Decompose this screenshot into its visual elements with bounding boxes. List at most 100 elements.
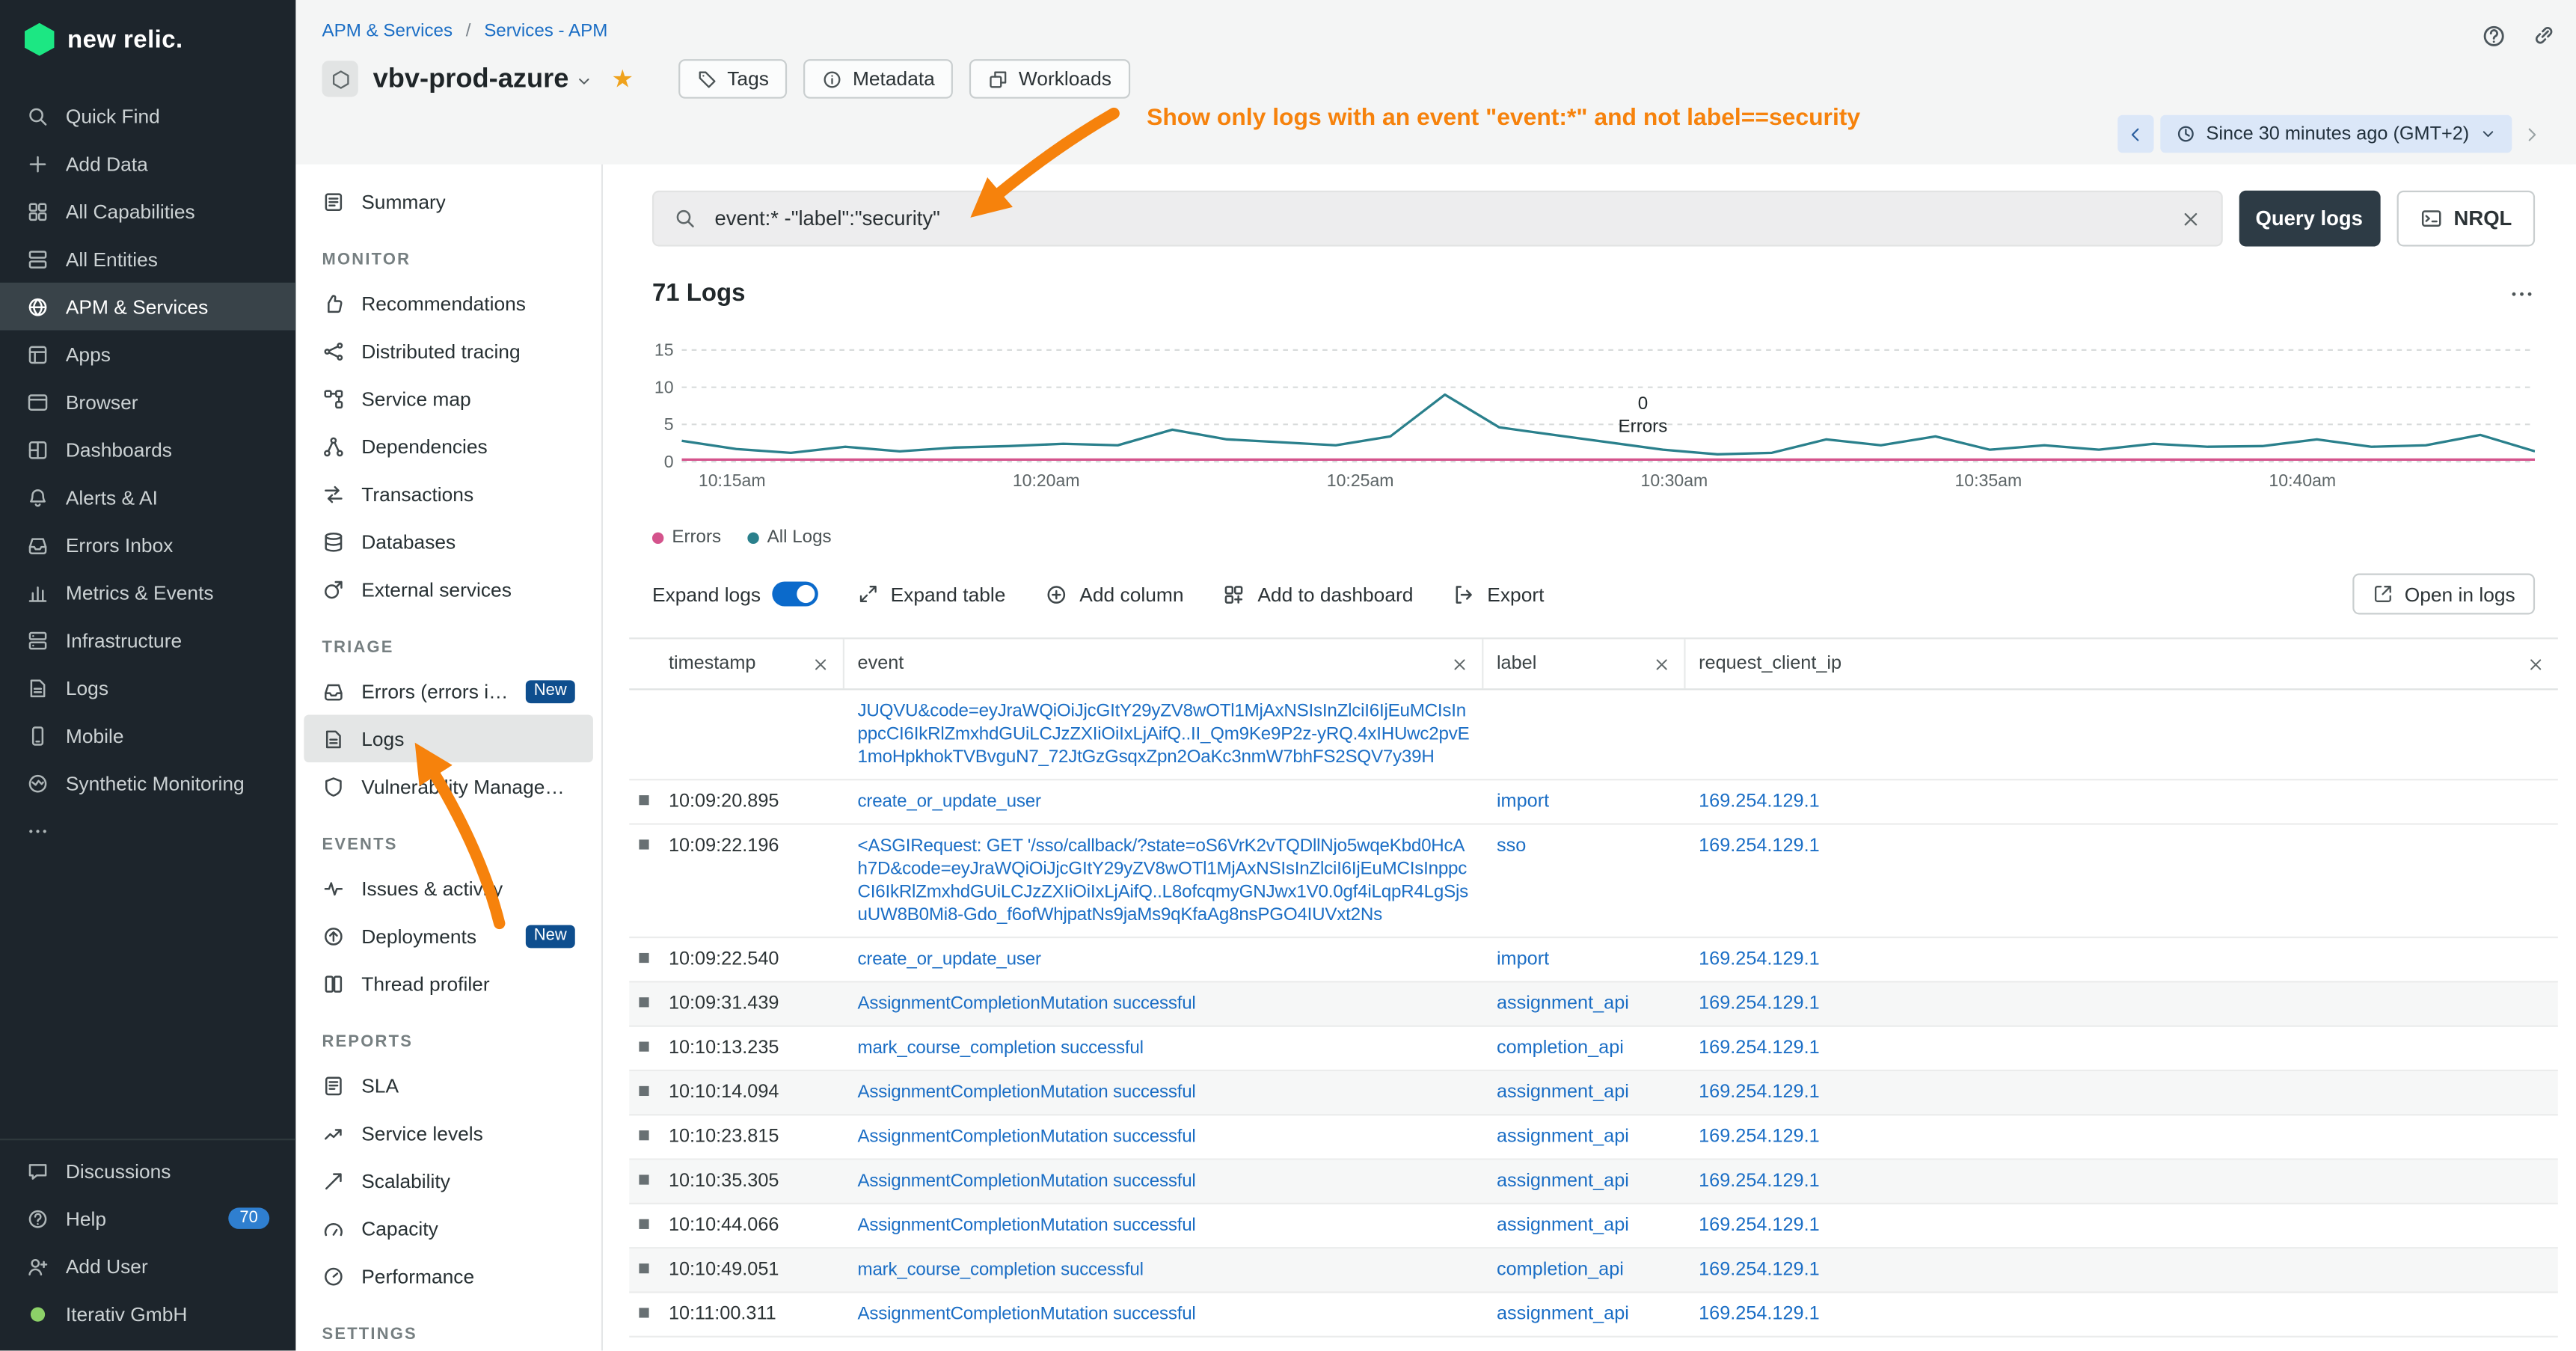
event-link[interactable]: AssignmentCompletionMutation successful bbox=[858, 1082, 1196, 1102]
remove-column-icon[interactable] bbox=[2527, 655, 2545, 673]
metadata-button[interactable]: Metadata bbox=[803, 59, 953, 99]
label-link[interactable]: assignment_api bbox=[1497, 1305, 1629, 1324]
export-button[interactable]: Export bbox=[1453, 583, 1544, 606]
column-header-label[interactable]: label bbox=[1483, 639, 1685, 688]
subnav-item-databases[interactable]: Databases bbox=[304, 518, 593, 566]
table-row[interactable]: 10:09:22.196<ASGIRequest: GET '/sso/call… bbox=[629, 825, 2558, 939]
time-forward-button[interactable] bbox=[2522, 124, 2542, 144]
sidebar-item-infrastructure[interactable]: Infrastructure bbox=[0, 616, 295, 664]
label-link[interactable]: assignment_api bbox=[1497, 994, 1629, 1014]
label-link[interactable]: import bbox=[1497, 950, 1549, 969]
workloads-button[interactable]: Workloads bbox=[969, 59, 1129, 99]
column-header-timestamp[interactable]: timestamp bbox=[655, 639, 844, 688]
label-link[interactable]: sso bbox=[1497, 836, 1526, 856]
sidebar-item-all-capabilities[interactable]: All Capabilities bbox=[0, 187, 295, 235]
add-column-button[interactable]: Add column bbox=[1045, 583, 1183, 606]
ip-link[interactable]: 169.254.129.1 bbox=[1699, 836, 1820, 856]
label-link[interactable]: completion_api bbox=[1497, 1038, 1624, 1058]
label-link[interactable]: assignment_api bbox=[1497, 1216, 1629, 1235]
legend-errors[interactable]: Errors bbox=[652, 527, 721, 547]
event-link[interactable]: create_or_update_user bbox=[858, 792, 1041, 812]
sidebar-item-errors-inbox[interactable]: Errors Inbox bbox=[0, 521, 295, 569]
subnav-item-dependencies[interactable]: Dependencies bbox=[304, 422, 593, 470]
sidebar-item-mobile[interactable]: Mobile bbox=[0, 711, 295, 759]
query-logs-button[interactable]: Query logs bbox=[2239, 191, 2380, 247]
column-header-request-client-ip[interactable]: request_client_ip bbox=[1686, 639, 2558, 688]
event-link[interactable]: create_or_update_user bbox=[858, 950, 1041, 969]
ip-link[interactable]: 169.254.129.1 bbox=[1699, 1305, 1820, 1324]
ip-link[interactable]: 169.254.129.1 bbox=[1699, 950, 1820, 969]
sidebar-item-quick-find[interactable]: Quick Find bbox=[0, 92, 295, 140]
subnav-item-sla[interactable]: SLA bbox=[304, 1062, 593, 1109]
entity-dropdown-chevron-icon[interactable] bbox=[575, 72, 593, 90]
ip-link[interactable]: 169.254.129.1 bbox=[1699, 1127, 1820, 1147]
table-row[interactable]: 10:09:22.540create_or_update_userimport1… bbox=[629, 938, 2558, 982]
sidebar-item-discussions[interactable]: Discussions bbox=[0, 1148, 295, 1195]
remove-column-icon[interactable] bbox=[1450, 655, 1468, 673]
ip-link[interactable]: 169.254.129.1 bbox=[1699, 1082, 1820, 1102]
table-row[interactable]: 10:10:44.066AssignmentCompletionMutation… bbox=[629, 1204, 2558, 1249]
table-row[interactable]: 10:11:00.311AssignmentCompletionMutation… bbox=[629, 1293, 2558, 1338]
label-link[interactable]: assignment_api bbox=[1497, 1082, 1629, 1102]
sidebar-item-iterativ-gmbh[interactable]: Iterativ GmbH bbox=[0, 1290, 295, 1338]
subnav-item-distributed-tracing[interactable]: Distributed tracing bbox=[304, 327, 593, 375]
ip-link[interactable]: 169.254.129.1 bbox=[1699, 1216, 1820, 1235]
more-menu-icon[interactable] bbox=[2509, 280, 2535, 306]
tags-button[interactable]: Tags bbox=[678, 59, 787, 99]
ip-link[interactable]: 169.254.129.1 bbox=[1699, 792, 1820, 812]
table-row[interactable]: 10:09:20.895create_or_update_userimport1… bbox=[629, 780, 2558, 824]
query-input-box[interactable] bbox=[652, 191, 2222, 247]
sidebar-item-logs[interactable]: Logs bbox=[0, 664, 295, 711]
subnav-item-issues-activity[interactable]: Issues & activity bbox=[304, 864, 593, 912]
clear-query-icon[interactable] bbox=[2180, 208, 2201, 230]
sidebar-item-apps[interactable]: Apps bbox=[0, 330, 295, 378]
ip-link[interactable]: 169.254.129.1 bbox=[1699, 1171, 1820, 1191]
sidebar-item-add-user[interactable]: Add User bbox=[0, 1243, 295, 1290]
event-link[interactable]: AssignmentCompletionMutation successful bbox=[858, 1305, 1196, 1324]
ip-link[interactable]: 169.254.129.1 bbox=[1699, 994, 1820, 1014]
label-link[interactable]: assignment_api bbox=[1497, 1171, 1629, 1191]
time-picker[interactable]: Since 30 minutes ago (GMT+2) bbox=[2160, 115, 2512, 153]
ip-link[interactable]: 169.254.129.1 bbox=[1699, 1260, 1820, 1280]
subnav-item-summary[interactable]: Summary bbox=[304, 177, 593, 225]
event-link[interactable]: JUQVU&code=eyJraWQiOiJjcGItY29yZV8wOTl1M… bbox=[858, 702, 1470, 768]
event-link[interactable]: mark_course_completion successful bbox=[858, 1260, 1144, 1280]
sidebar-item-metrics-events[interactable]: Metrics & Events bbox=[0, 569, 295, 616]
subnav-item-logs[interactable]: Logs bbox=[304, 714, 593, 762]
breadcrumb-apm-services[interactable]: APM & Services bbox=[322, 22, 453, 41]
sidebar-item-synthetic-monitoring[interactable]: Synthetic Monitoring bbox=[0, 759, 295, 807]
column-header-event[interactable]: event bbox=[844, 639, 1483, 688]
subnav-item-capacity[interactable]: Capacity bbox=[304, 1204, 593, 1252]
subnav-item-recommendations[interactable]: Recommendations bbox=[304, 279, 593, 327]
subnav-item-service-levels[interactable]: Service levels bbox=[304, 1109, 593, 1157]
expand-logs-toggle[interactable] bbox=[772, 582, 818, 607]
event-link[interactable]: AssignmentCompletionMutation successful bbox=[858, 1127, 1196, 1147]
subnav-item-service-map[interactable]: Service map bbox=[304, 375, 593, 423]
newrelic-logo[interactable]: new relic. bbox=[0, 0, 295, 79]
table-row[interactable]: 10:09:31.439AssignmentCompletionMutation… bbox=[629, 982, 2558, 1026]
event-link[interactable]: AssignmentCompletionMutation successful bbox=[858, 1171, 1196, 1191]
ip-link[interactable]: 169.254.129.1 bbox=[1699, 1038, 1820, 1058]
subnav-item-deployments[interactable]: DeploymentsNew bbox=[304, 912, 593, 960]
query-input[interactable] bbox=[711, 206, 2165, 232]
label-link[interactable]: completion_api bbox=[1497, 1260, 1624, 1280]
table-row[interactable]: 10:10:13.235mark_course_completion succe… bbox=[629, 1027, 2558, 1071]
expand-logs-control[interactable]: Expand logs bbox=[652, 582, 818, 607]
sidebar-item-alerts-ai[interactable]: Alerts & AI bbox=[0, 474, 295, 521]
table-row[interactable]: 10:10:23.815AssignmentCompletionMutation… bbox=[629, 1115, 2558, 1159]
help-circle-icon[interactable] bbox=[2481, 23, 2507, 49]
event-link[interactable]: <ASGIRequest: GET '/sso/callback/?state=… bbox=[858, 836, 1468, 925]
label-link[interactable]: import bbox=[1497, 792, 1549, 812]
sidebar-item-more[interactable] bbox=[0, 806, 295, 854]
sidebar-item-apm-services[interactable]: APM & Services bbox=[0, 283, 295, 331]
favorite-star-icon[interactable]: ★ bbox=[611, 67, 634, 91]
subnav-item-transactions[interactable]: Transactions bbox=[304, 470, 593, 518]
sidebar-item-help[interactable]: Help70 bbox=[0, 1195, 295, 1243]
sidebar-item-browser[interactable]: Browser bbox=[0, 378, 295, 426]
sidebar-item-add-data[interactable]: Add Data bbox=[0, 140, 295, 188]
subnav-item-external-services[interactable]: External services bbox=[304, 566, 593, 613]
open-in-logs-button[interactable]: Open in logs bbox=[2352, 574, 2535, 615]
subnav-item-errors-errors-inb[interactable]: Errors (errors inb...New bbox=[304, 667, 593, 715]
legend-all-logs[interactable]: All Logs bbox=[747, 527, 831, 547]
table-row[interactable]: 10:10:14.094AssignmentCompletionMutation… bbox=[629, 1071, 2558, 1115]
